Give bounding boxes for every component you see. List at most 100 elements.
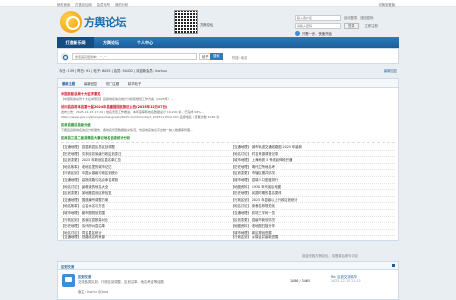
top-links-bar: 就在我身 打造论坛网 会员无所 我的分析 切换到宽版 <box>0 0 456 7</box>
thread-link[interactable]: 【区划变更】 市辖区撤并情况 <box>231 170 395 176</box>
headline-summary: 下属县县级地名信息分析报告：各地名普查数据提交情况，市县地名信息平台统一纳入数据… <box>61 128 193 132</box>
thread-link[interactable]: 【交通地理】 铁路线名称来源 <box>61 234 229 241</box>
thread-row: 【区划变更】 2025 年新设区县名单汇总 【城市地理】 上海地铁 5 号线延伸段… <box>61 157 395 164</box>
tab-bar: 最新主题 最新回复 热门主题 精华帖子 <box>58 79 398 88</box>
forum-stats: 今日: 139 | 昨日: 91 | 帖子: 8055 | 会员: 50432 … <box>57 67 399 75</box>
thread-link[interactable]: 【交通地理】 县县新县区总区划调整 <box>61 144 229 150</box>
latest-replies-link[interactable]: 最新回复 <box>384 68 397 73</box>
register-link[interactable]: 立即注册 <box>365 23 378 28</box>
logo-icon <box>60 11 82 33</box>
thread-row: 【历史地理】 清代府州县沿革 【地图资料】 老地图扫描分享 <box>61 223 395 230</box>
thread-link[interactable]: 【区划变更】 某地撤县设区获批复 <box>61 190 229 196</box>
thread-row: 【城市地理】 都市圈规划范围 【交通地理】 机场三字码一览 <box>61 210 395 217</box>
search-icon <box>61 53 69 61</box>
thread-row: 【地名讨论】 最难读的地名大全 【地图资料】 1930 年代省区地图 <box>61 184 395 191</box>
search-input[interactable] <box>72 53 197 60</box>
headline-summary: 【中国民航总局十大征求意见】县级地名信息统计分析和规划工作方案（2025年）..… <box>61 97 174 101</box>
qq-icon <box>295 31 300 36</box>
forum-section: 区划交流 区划交流 交流各类区划、行政区划调整、区划沿革、地名考证等话题 版主:… <box>57 261 399 300</box>
forum-moderators[interactable]: 版主: liuchu QQma <box>78 289 108 294</box>
thread-link[interactable]: 【地名故事】 老地名里的城市记忆 <box>61 164 229 170</box>
top-link[interactable]: 就在我身 <box>57 3 70 7</box>
thread-link[interactable]: 【地名讨论】 最难读的地名大全 <box>61 184 229 190</box>
tab-replies[interactable]: 最新回复 <box>84 81 97 86</box>
thread-link[interactable]: 【历史地理】 清末民初省级行政区划变迁 <box>61 151 229 157</box>
tab-digest[interactable]: 精华帖子 <box>128 81 141 86</box>
tab-latest[interactable]: 最新主题 <box>62 81 75 86</box>
content-panel: 最新主题 最新回复 热门主题 精华帖子 中国民航总局十大征求意见 【中国民航总局… <box>57 78 399 241</box>
thread-link[interactable]: 【行政区划】 乡镇合并最新进展 <box>231 234 395 241</box>
thread-row: 【区划变更】 某地撤县设区获批复 【历史地理】 民国时期的县名更改 <box>61 190 395 197</box>
thread-link[interactable]: 【交通地理】 高铁线路与站点命名规则 <box>61 177 229 183</box>
headline[interactable]: 民政县三县二级县情县大事记地名信息统计分析 <box>61 135 130 140</box>
collapse-icon[interactable] <box>392 264 395 267</box>
forum-icon[interactable] <box>62 274 75 287</box>
thread-link[interactable]: 【地图资料】 1930 年代省区地图 <box>231 184 395 190</box>
nav-item-forum[interactable]: 方舆论坛 <box>94 37 128 48</box>
thread-link[interactable]: 【地名讨论】 街巷名称规范化 <box>231 203 395 209</box>
qr-code-icon <box>174 10 198 34</box>
search-button[interactable]: 搜索 <box>210 53 223 60</box>
forgot-password-link[interactable]: 找回密码 <box>360 15 373 20</box>
stats-text: 今日: 139 | 昨日: 91 | 帖子: 8055 | 会员: 50432 … <box>59 69 167 73</box>
site-logo[interactable]: 方舆论坛 <box>60 10 127 34</box>
switch-wide-link[interactable]: 切换到宽版 <box>379 2 395 7</box>
header: 方舆论坛 方舆论坛 自动登录 找回密码 登录 立即注册 只需一步，快速开始 <box>57 7 399 37</box>
thread-link[interactable]: 【交通地理】 城市轨道交通线路图 2025 年最新 <box>231 144 395 150</box>
thread-link[interactable]: 【地图资料】 老地图扫描分享 <box>231 223 395 229</box>
top-link[interactable]: 会员无所 <box>97 3 110 7</box>
logo-text: 方舆论坛 <box>84 16 127 29</box>
thread-link[interactable]: 【城市地理】 上海地铁 5 号线延伸段开通 <box>231 157 395 163</box>
divider <box>61 142 395 143</box>
username-input[interactable] <box>295 14 341 21</box>
thread-link[interactable]: 【城市地理】 县城人口密度排行 <box>231 177 395 183</box>
thread-link[interactable]: 【交通地理】 机场三字码一览 <box>231 210 395 216</box>
thread-link[interactable]: 【地名故事】 山名水名与方言 <box>61 203 229 209</box>
thread-row: 【交通地理】 县县新县区总区划调整 【交通地理】 城市轨道交通线路图 2025 年… <box>61 144 395 151</box>
qr-label: 方舆论坛 <box>200 23 214 27</box>
thread-link[interactable]: 【地名讨论】 村名来源调查记录 <box>231 151 395 157</box>
forum-description: 交流各类区划、行政区划调整、区划沿革、地名考证等话题 <box>78 280 164 284</box>
thread-row: 【行政区划】 各省区县数量对比 【区划变更】 县级市新设情况 <box>61 217 395 224</box>
headline-summary: 发布公告：2025-11-15 17:20 | 地名普查工作推进，本年度审核地名… <box>61 110 204 114</box>
login-button[interactable]: 登录 <box>344 22 359 29</box>
thread-link[interactable]: 【行政区划】 中国乡镇级行政区划统计 <box>61 170 229 176</box>
thread-row: 【行政区划】 中国乡镇级行政区划统计 【区划变更】 市辖区撤并情况 <box>61 170 395 177</box>
thread-link[interactable]: 【行政区划】 各省区县数量对比 <box>61 217 229 223</box>
thread-row: 【地名故事】 山名水名与方言 【地名讨论】 街巷名称规范化 <box>61 203 395 210</box>
headline[interactable]: 民政县建设县级分级 <box>61 122 91 127</box>
headline-summary: https://www.gov.cn/zhengce/zhengceku/202… <box>61 115 220 119</box>
section-header: 区划交流 <box>58 262 398 270</box>
hot-search[interactable]: 热搜: 地名 <box>232 55 247 60</box>
headline[interactable]: 访问县县将本县第十届2024年县建国国民族区公告(2025年12月07日) <box>61 104 167 109</box>
thread-link[interactable]: 【交通地理】 国道编号调整方案 <box>61 197 229 203</box>
thread-row: 【历史地理】 清末民初省级行政区划变迁 【地名讨论】 村名来源调查记录 <box>61 151 395 158</box>
thread-link[interactable]: 【行政区划】 2025 年县级以上行政区划统计 <box>231 197 395 203</box>
forum-counts: 1086 / 3465 <box>290 279 310 283</box>
tab-hot[interactable]: 热门主题 <box>106 81 119 86</box>
thread-row: 【交通地理】 铁路线名称来源 【行政区划】 乡镇合并最新进展 <box>61 234 395 241</box>
thread-link[interactable]: 【区划变更】 县级市新设情况 <box>231 217 395 223</box>
password-input[interactable] <box>295 22 341 29</box>
top-link[interactable]: 我的分析 <box>115 3 128 7</box>
thread-link[interactable]: 【历史地理】 清代府州县沿革 <box>61 223 229 229</box>
thread-row: 【交通地理】 高铁线路与站点命名规则 【城市地理】 县城人口密度排行 <box>61 177 395 184</box>
nav-item-home[interactable]: 打造新乐网 <box>57 37 94 48</box>
thread-link[interactable]: 【历史地理】 民国时期的县名更改 <box>231 190 395 196</box>
main-nav: 打造新乐网 方舆论坛 个人中心 <box>57 37 399 48</box>
top-link[interactable]: 打造论坛网 <box>75 3 91 7</box>
thread-row: 【地名故事】 老地名里的城市记忆 【历史地理】 明代卫所地名考 <box>61 164 395 171</box>
thread-link[interactable]: 【区划变更】 2025 年新设区县名单汇总 <box>61 157 229 163</box>
welcome-message: 欢迎光临方舆论坛，请登录后参与讨论 <box>302 254 359 258</box>
section-title[interactable]: 区划交流 <box>61 264 74 269</box>
search-bar: 帖子 搜索 热搜: 地名 <box>57 48 399 64</box>
nav-item-profile[interactable]: 个人中心 <box>128 37 162 48</box>
login-box: 自动登录 找回密码 登录 立即注册 只需一步，快速开始 <box>295 14 399 38</box>
auto-login-checkbox[interactable]: 自动登录 <box>344 15 357 20</box>
thread-link[interactable]: 【历史地理】 明代卫所地名考 <box>231 164 395 170</box>
last-post-time: 2025-12-15 21:52 <box>331 279 361 283</box>
thread-link[interactable]: 【城市地理】 都市圈规划范围 <box>61 210 229 216</box>
thread-row: 【交通地理】 国道编号调整方案 【行政区划】 2025 年县级以上行政区划统计 <box>61 197 395 204</box>
headline[interactable]: 中国民航总局十大征求意见 <box>61 91 101 96</box>
qq-login-link[interactable]: 只需一步，快速开始 <box>302 31 332 36</box>
